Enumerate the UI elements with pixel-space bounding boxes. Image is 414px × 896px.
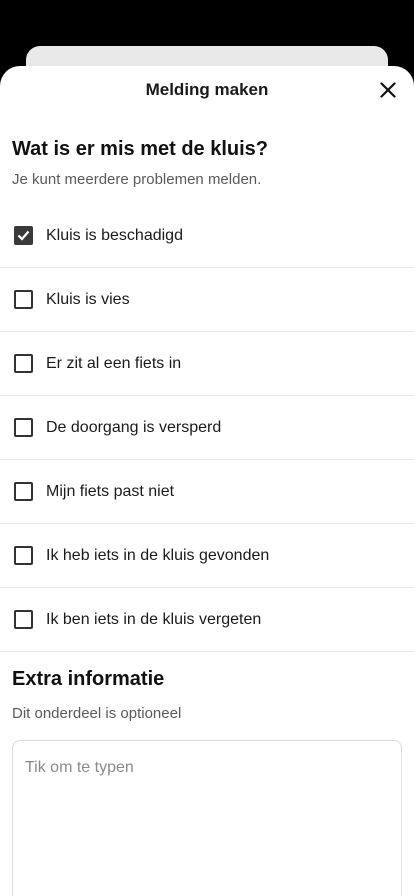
checkbox[interactable]: [14, 546, 33, 565]
option-label: Ik ben iets in de kluis vergeten: [46, 610, 262, 628]
checkbox[interactable]: [14, 354, 33, 373]
option-kluis-vies[interactable]: Kluis is vies: [0, 268, 414, 332]
option-fiets-in[interactable]: Er zit al een fiets in: [0, 332, 414, 396]
checkmark-icon: [17, 230, 30, 241]
input-placeholder: Tik om te typen: [25, 759, 134, 776]
option-label: Ik heb iets in de kluis gevonden: [46, 546, 270, 564]
option-label: De doorgang is versperd: [46, 418, 222, 436]
option-label: Er zit al een fiets in: [46, 354, 182, 372]
question-subtitle: Je kunt meerdere problemen melden.: [12, 171, 262, 188]
close-button[interactable]: [376, 78, 400, 102]
checkbox[interactable]: [14, 226, 33, 245]
question-title: Wat is er mis met de kluis?: [12, 138, 269, 160]
option-kluis-beschadigd[interactable]: Kluis is beschadigd: [0, 204, 414, 268]
option-label: Kluis is beschadigd: [46, 226, 183, 244]
option-iets-vergeten[interactable]: Ik ben iets in de kluis vergeten: [0, 588, 414, 652]
screen: Melding maken Wat is er mis met de kluis…: [0, 0, 414, 896]
checkbox[interactable]: [14, 610, 33, 629]
option-label: Mijn fiets past niet: [46, 482, 175, 500]
extra-info-title: Extra informatie: [12, 668, 165, 690]
sheet-title: Melding maken: [145, 80, 269, 99]
checkbox[interactable]: [14, 290, 33, 309]
extra-info-input[interactable]: Tik om te typen: [12, 740, 402, 896]
option-fiets-past-niet[interactable]: Mijn fiets past niet: [0, 460, 414, 524]
report-sheet: Melding maken Wat is er mis met de kluis…: [0, 66, 414, 896]
option-doorgang-versperd[interactable]: De doorgang is versperd: [0, 396, 414, 460]
checkbox[interactable]: [14, 418, 33, 437]
sheet-header: Melding maken: [0, 66, 414, 114]
option-label: Kluis is vies: [46, 290, 130, 308]
problem-options: Kluis is beschadigd Kluis is vies Er zit…: [0, 204, 414, 652]
extra-info-subtitle: Dit onderdeel is optioneel: [12, 705, 182, 722]
option-iets-gevonden[interactable]: Ik heb iets in de kluis gevonden: [0, 524, 414, 588]
close-icon: [380, 82, 396, 98]
checkbox[interactable]: [14, 482, 33, 501]
